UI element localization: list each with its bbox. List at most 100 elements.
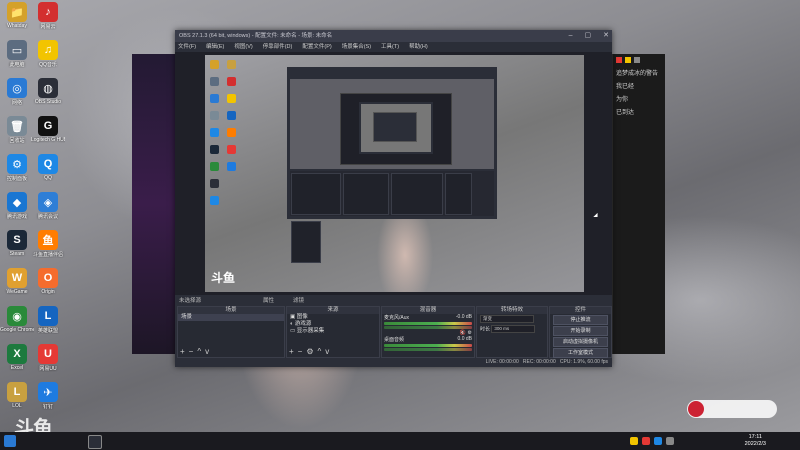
mute-icon[interactable]: 🔇	[460, 330, 466, 336]
app-icon: ◍	[38, 78, 58, 98]
obs-window[interactable]: OBS 27.1.3 (64 bit, windows) - 配置文件: 未命名…	[175, 30, 612, 367]
desktop-icon[interactable]: X Excel	[0, 344, 34, 371]
taskbar-obs-icon[interactable]	[88, 435, 102, 449]
app-icon: U	[38, 344, 58, 364]
desktop-icon[interactable]: G Logitech G HUB	[31, 116, 65, 143]
chat-row: 我已经	[616, 84, 635, 90]
duration-input[interactable]: 300 ms	[491, 325, 536, 333]
app-icon: 📁	[7, 2, 27, 22]
desktop-icon[interactable]: ◆ 腾讯游戏	[0, 192, 34, 220]
tray-icon[interactable]	[642, 437, 650, 445]
app-icon: X	[7, 344, 27, 364]
add-icon[interactable]: +	[180, 347, 189, 356]
monitor-icon: ▭	[290, 328, 297, 334]
channel-name: 麦克风/Aux	[384, 315, 410, 321]
scenes-header: 场景	[178, 307, 284, 314]
filters-button[interactable]: 滤镜	[293, 296, 304, 304]
menu-edit[interactable]: 编辑(E)	[206, 42, 224, 52]
app-icon: ◈	[38, 192, 58, 212]
live-status: LIVE: 00:00:00	[485, 359, 519, 365]
mixer-dock: 混音器 麦克风/Aux -0.0 dB 🔇 ⚙ 桌面音频 0.0 dB	[381, 306, 475, 358]
desktop-icon-label: QQ	[44, 175, 52, 181]
source-label: 游戏源	[294, 321, 312, 327]
chat-window[interactable]: 追梦成冰的警告 我已经 为你 已到达	[612, 54, 665, 354]
start-recording-button[interactable]: 开始录制	[553, 326, 608, 336]
tray-icon[interactable]	[654, 437, 662, 445]
up-icon[interactable]: ^	[197, 347, 205, 356]
app-icon: L	[38, 306, 58, 326]
controls-header: 控件	[550, 307, 611, 314]
desktop-icon[interactable]: ♪ 网易云	[31, 2, 65, 30]
volume-meter	[384, 326, 472, 329]
taskbar: 17:11 2022/2/3	[0, 432, 800, 450]
background-app-window[interactable]	[132, 54, 180, 354]
source-item[interactable]: ◐ 游戏源	[287, 321, 379, 328]
maximize-icon[interactable]: ▢	[585, 30, 592, 42]
minimize-icon[interactable]: –	[569, 30, 573, 42]
obs-title-bar[interactable]: OBS 27.1.3 (64 bit, windows) - 配置文件: 未命名…	[175, 30, 612, 42]
menu-profile[interactable]: 配置文件(P)	[302, 42, 331, 52]
desktop-icon[interactable]: ♫ QQ音乐	[31, 40, 65, 68]
properties-button[interactable]: 属性	[263, 296, 274, 304]
desktop-icon[interactable]: ◎ 网络	[0, 78, 34, 106]
desktop-icon[interactable]: ✈ 钉钉	[31, 382, 65, 410]
source-item[interactable]: ▣ 图像	[287, 314, 379, 321]
scene-controls: +−^v	[180, 347, 213, 356]
tray-icon[interactable]	[666, 437, 674, 445]
desktop-icon-label: 腾讯游戏	[6, 214, 27, 220]
desktop-icon[interactable]: 🗑 回收站	[0, 116, 34, 144]
tray-icon[interactable]	[630, 437, 638, 445]
duration-row: 时长 300 ms	[477, 324, 547, 334]
notification-icon[interactable]	[616, 57, 622, 63]
gear-icon[interactable]: ⚙	[468, 330, 472, 336]
stop-streaming-button[interactable]: 停止推流	[553, 315, 608, 325]
taskbar-clock[interactable]: 17:11 2022/2/3	[745, 434, 766, 448]
desktop-icon[interactable]: 📁 Whatday	[0, 2, 34, 29]
start-icon[interactable]	[4, 435, 16, 447]
desktop-icon[interactable]: U 网易UU	[31, 344, 65, 372]
desktop-icon-label: Logitech G HUB	[31, 137, 65, 143]
streamer-badge[interactable]	[687, 400, 777, 418]
desktop-icon[interactable]: O Origin	[31, 268, 65, 295]
add-icon[interactable]: +	[289, 347, 298, 356]
menu-view[interactable]: 视图(V)	[234, 42, 252, 52]
desktop-icon[interactable]: W WeGame	[0, 268, 34, 295]
desktop-icon[interactable]: S Steam	[0, 230, 34, 257]
transition-type-row: 渐变	[477, 314, 547, 324]
down-icon[interactable]: v	[205, 347, 213, 356]
desktop-icon[interactable]: L LOL	[0, 382, 34, 409]
desktop-icon[interactable]: ▭ 此电脑	[0, 40, 34, 68]
desktop-icon[interactable]: ⚙ 控制面板	[0, 154, 34, 182]
source-item[interactable]: ▭ 显示器采集	[287, 328, 379, 335]
preview-area[interactable]: 斗鱼	[175, 52, 612, 295]
folder-icon[interactable]	[625, 57, 631, 63]
cpu-status: CPU: 1.9%, 60.00 fps	[559, 359, 608, 365]
desktop-icon[interactable]: ◍ OBS Studio	[31, 78, 65, 105]
menu-docks[interactable]: 停靠部件(D)	[263, 42, 293, 52]
desktop-icon[interactable]: 鱼斗鱼直播伴侣	[31, 230, 65, 258]
preview-canvas[interactable]: 斗鱼	[205, 55, 584, 292]
desktop-icon[interactable]: L 英雄联盟	[31, 306, 65, 334]
close-icon[interactable]: ✕	[603, 30, 609, 42]
desktop-icon-label: Origin	[41, 289, 55, 295]
scene-item[interactable]: 场景	[178, 314, 284, 321]
channel-name: 桌面音频	[384, 337, 405, 343]
menu-file[interactable]: 文件(F)	[178, 42, 196, 52]
desktop-icon-label: 钉钉	[42, 404, 53, 410]
menu-tools[interactable]: 工具(T)	[381, 42, 399, 52]
desktop-icon[interactable]: Q QQ	[31, 154, 65, 181]
down-icon[interactable]: v	[325, 347, 333, 356]
clock-date: 2022/2/3	[744, 441, 766, 447]
studio-mode-button[interactable]: 工作室模式	[553, 348, 608, 358]
transition-select[interactable]: 渐变	[480, 315, 534, 323]
desktop-icon-label: WeGame	[6, 289, 28, 295]
menu-scene-collection[interactable]: 场景集合(S)	[342, 42, 371, 52]
desktop-icon[interactable]: ◈ 腾讯会议	[31, 192, 65, 220]
virtual-camera-button[interactable]: 启动虚拟摄像机	[553, 337, 608, 347]
menu-icon[interactable]	[634, 57, 640, 63]
gear-icon[interactable]: ⚙	[306, 347, 317, 356]
image-icon: ▣	[290, 314, 297, 320]
menu-help[interactable]: 帮助(H)	[409, 42, 428, 52]
desktop-icon[interactable]: ◉ Google Chrome	[0, 306, 34, 333]
desktop-icon-label: Whatday	[7, 23, 27, 29]
